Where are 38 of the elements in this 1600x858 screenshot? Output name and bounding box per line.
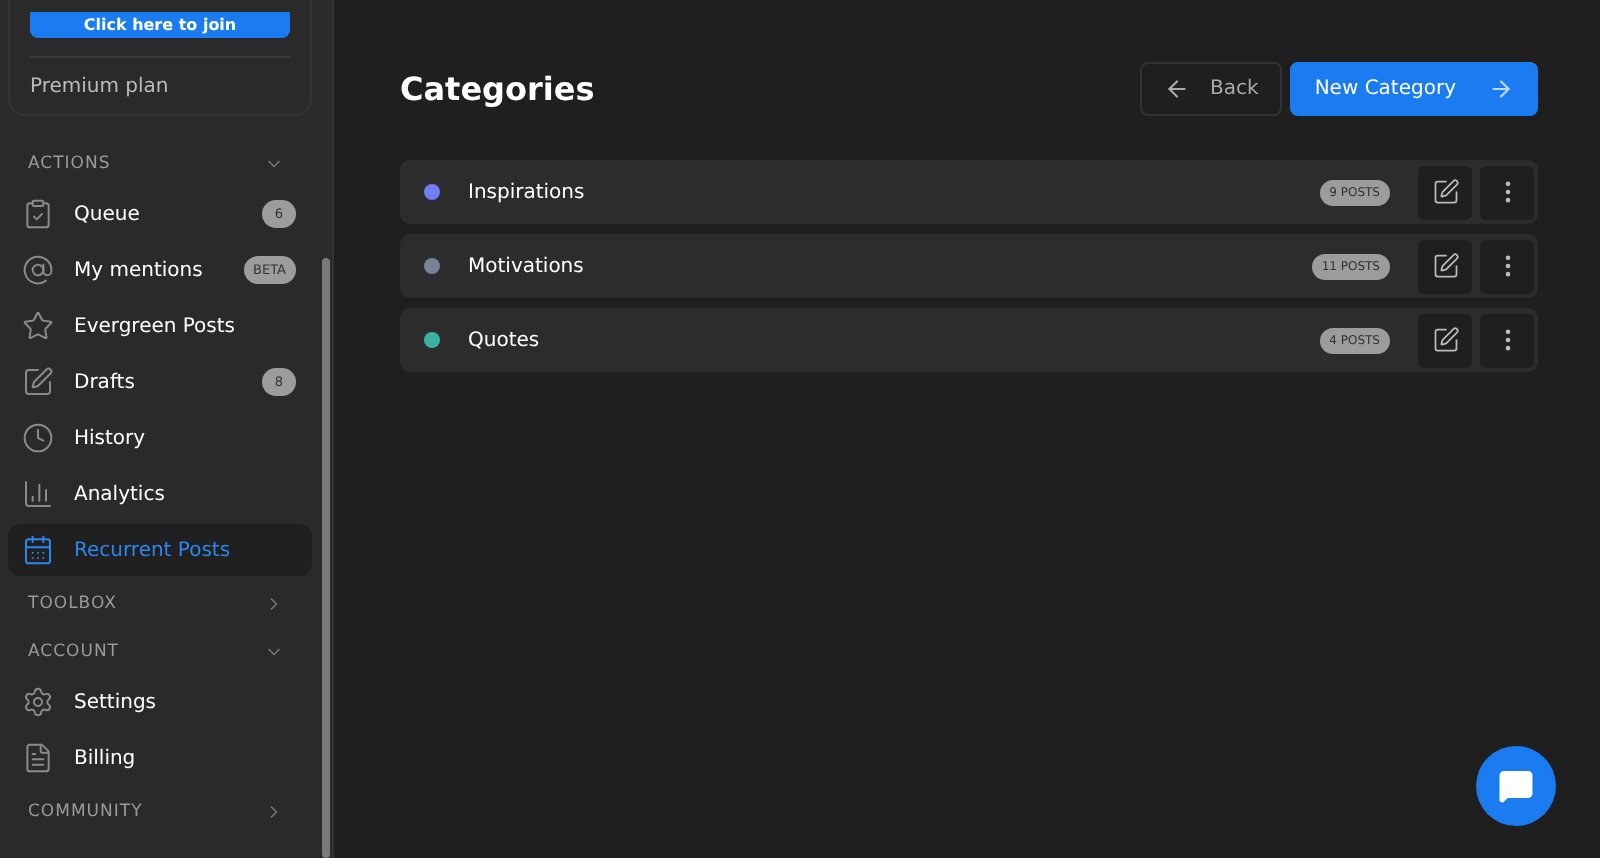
back-button[interactable]: Back: [1140, 62, 1283, 116]
section-title: COMMUNITY: [28, 802, 143, 822]
edit-button[interactable]: [1418, 239, 1472, 293]
clipboard-icon: [22, 198, 54, 230]
plan-label: Premium plan: [30, 56, 290, 98]
sidebar-item[interactable]: Settings: [8, 676, 312, 728]
sidebar-item[interactable]: Billing: [8, 732, 312, 784]
settings-icon: [22, 686, 54, 718]
section-title: ACTIONS: [28, 154, 111, 174]
at-sign-icon: [22, 254, 54, 286]
document-icon: [22, 742, 54, 774]
chat-button[interactable]: [1476, 746, 1556, 826]
edit-icon: [22, 366, 54, 398]
scrollbar-thumb[interactable]: [322, 258, 330, 858]
calendar-icon: [22, 534, 54, 566]
section-title: TOOLBOX: [28, 594, 117, 614]
edit-icon: [1431, 326, 1459, 354]
arrow-left-icon: [1164, 76, 1191, 102]
join-button[interactable]: Click here to join: [30, 12, 290, 38]
sidebar-item[interactable]: Recurrent Posts: [8, 524, 312, 576]
section-title: ACCOUNT: [28, 642, 119, 662]
clock-icon: [22, 422, 54, 454]
edit-button[interactable]: [1418, 165, 1472, 219]
edit-icon: [1431, 178, 1459, 206]
category-name: Motivations: [468, 255, 586, 277]
category-name: Quotes: [468, 329, 542, 351]
sidebar-item[interactable]: History: [8, 412, 312, 464]
sidebar-item[interactable]: Evergreen Posts: [8, 300, 312, 352]
star-icon: [22, 310, 54, 342]
edit-icon: [1431, 252, 1459, 280]
new-category-button[interactable]: New Category: [1290, 62, 1538, 116]
category-name: Inspirations: [468, 181, 587, 203]
sidebar-item[interactable]: Analytics: [8, 468, 312, 520]
arrow-right-icon: [1488, 76, 1514, 102]
edit-button[interactable]: [1418, 313, 1472, 367]
page-title: Categories: [400, 70, 595, 108]
chat-icon: [1498, 768, 1534, 804]
chart-icon: [22, 478, 54, 510]
